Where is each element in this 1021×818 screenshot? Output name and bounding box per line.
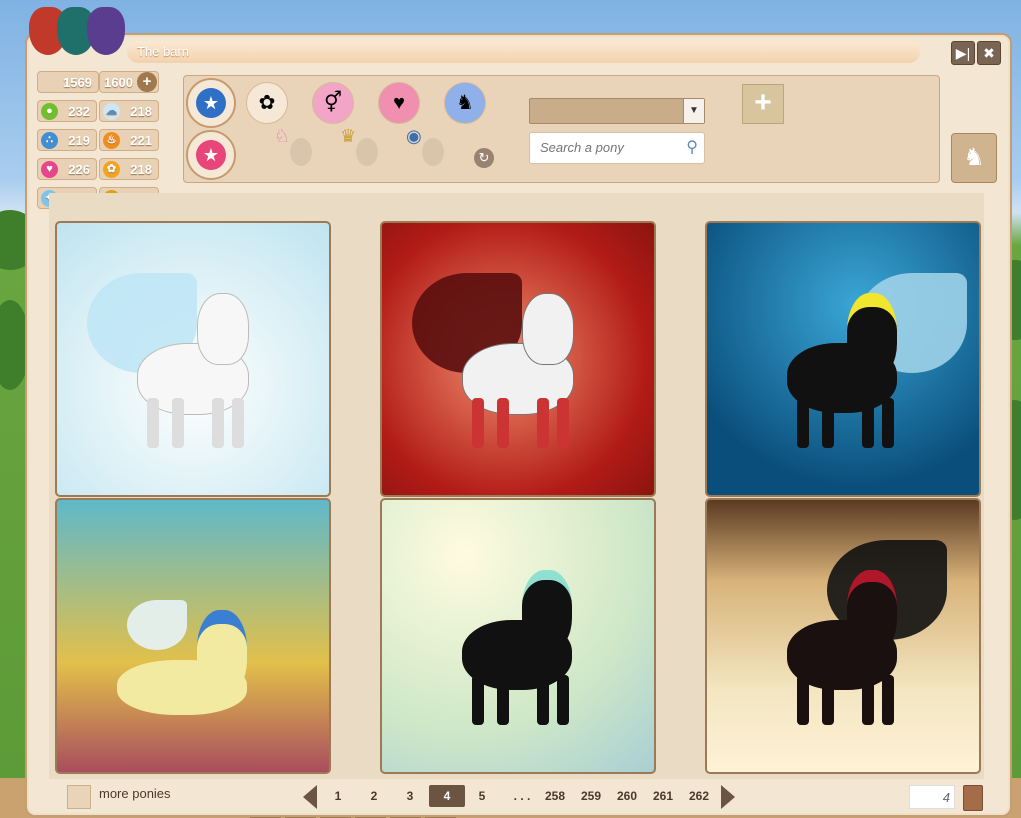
pony-image [767,273,967,453]
stat-flame: ♨ 221 [99,129,159,151]
refresh-button[interactable]: ↻ [474,148,494,168]
panel-collapse-icon: ▶| [955,45,971,61]
unicorn-slot[interactable]: ♘ [274,126,318,170]
pony-card[interactable] [55,498,331,774]
pony-grid [49,193,984,779]
search-input[interactable] [538,139,680,156]
pony-card[interactable] [705,498,981,774]
stat-flame-value: 221 [130,133,152,148]
star-badge-icon: ★ [196,140,226,170]
pony-card[interactable] [705,221,981,497]
page-link-current[interactable]: 4 [429,785,465,807]
orange-flame-icon: ♨ [103,132,120,149]
pony-card[interactable] [380,498,656,774]
filter-gender-button[interactable]: ⚥ [312,82,354,124]
page-ellipsis: . . . [513,789,531,803]
go-to-page-button[interactable] [963,785,983,811]
color-palette-icon: ✿ [258,92,276,114]
next-page-arrow-icon[interactable] [721,785,735,809]
stat-footprints-value: 219 [68,133,90,148]
more-ponies-checkbox[interactable] [67,785,91,809]
search-field[interactable]: ⚲ [529,132,705,164]
expand-capacity-button[interactable]: + [137,72,157,92]
pony-image [87,273,267,453]
page-link[interactable]: 258 [541,785,569,807]
page-number-input[interactable]: 4 [909,785,955,809]
search-icon[interactable]: ⚲ [686,137,698,157]
stat-paw: ✿ 218 [99,158,159,180]
stat-cloud: ☁ 218 [99,100,159,122]
stat-footprints: ∴ 219 [37,129,97,151]
add-button[interactable]: + [742,84,784,124]
green-apple-icon: ● [41,103,58,120]
page-link[interactable]: 3 [399,785,421,807]
pony-pair-icon: ♞ [456,92,474,114]
logo-emblem [29,7,129,65]
trophy-icon: ♛ [340,126,357,146]
more-ponies-label: more ponies [99,786,171,801]
blue-footprints-icon: ∴ [41,132,58,149]
filter-colors-button[interactable]: ✿ [246,82,288,124]
page-link[interactable]: 261 [649,785,677,807]
stat-heart: ♥ 226 [37,158,97,180]
pony-image [767,540,947,730]
previous-page-arrow-icon[interactable] [303,785,317,809]
cloud-icon: ☁ [103,103,120,120]
stat-paw-value: 218 [130,162,152,177]
pony-card[interactable] [380,221,656,497]
folder-star-icon: ★ [196,88,226,118]
page-link[interactable]: 2 [363,785,385,807]
category-favorites-button[interactable]: ★ [186,130,236,180]
barn-window: The barn ▶| ✖ 1569 1600 + ● 232 ☁ 218 ∴ 219… [25,7,1012,817]
pony-image [442,550,592,730]
plus-icon: + [754,86,772,119]
send-pony-button[interactable]: ♞ [951,133,997,183]
plus-icon: + [142,73,152,90]
pony-image [117,590,267,770]
category-select[interactable]: ▼ [529,98,705,124]
pony-image [412,273,592,453]
paw-icon: ✿ [103,161,120,178]
refresh-icon: ↻ [478,150,490,165]
page-link[interactable]: 260 [613,785,641,807]
page-link[interactable]: 5 [471,785,493,807]
close-button[interactable]: ✖ [977,41,1001,65]
window-title: The barn [127,41,920,63]
stat-apple-value: 232 [68,104,90,119]
trophy-slot[interactable]: ♛ [340,126,384,170]
pink-heart-icon: ♥ [41,161,58,178]
page-link[interactable]: 1 [327,785,349,807]
unicorn-icon: ♘ [274,126,291,146]
category-folder-button[interactable]: ★ [186,78,236,128]
page-link[interactable]: 262 [685,785,713,807]
gender-icon: ⚥ [323,92,343,114]
stat-heart-value: 226 [68,162,90,177]
stat-apple: ● 232 [37,100,97,122]
heart-ring-icon: ♥ [393,92,405,114]
pony-count: 1569 [37,71,99,93]
close-icon: ✖ [983,45,995,61]
filter-breeding-button[interactable]: ♥ [378,82,420,124]
chevron-down-icon[interactable]: ▼ [683,99,704,123]
stat-cloud-value: 218 [130,104,152,119]
pony-arrow-icon: ♞ [963,144,985,171]
filter-pony-type-button[interactable]: ♞ [444,82,486,124]
page-link[interactable]: 259 [577,785,605,807]
eye-icon: ◉ [406,126,422,146]
panel-collapse-button[interactable]: ▶| [951,41,975,65]
eye-slot[interactable]: ◉ [406,126,450,170]
filter-panel: ★ ★ ✿ ⚥ ♥ ♞ ♘ ♛ ◉ ↻ ▼ ⚲ + [183,75,940,183]
pony-card[interactable] [55,221,331,497]
